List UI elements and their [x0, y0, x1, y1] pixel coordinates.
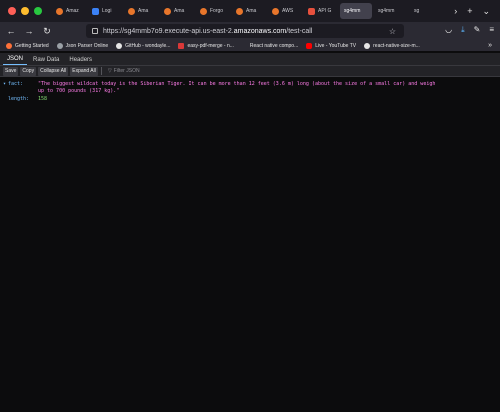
menu-icon[interactable]: ≡ — [489, 25, 494, 35]
tab-2[interactable]: Ama — [124, 3, 158, 19]
bookmark-getting-started[interactable]: Getting Started — [6, 42, 49, 49]
reload-button[interactable]: ↻ — [38, 26, 56, 37]
bookmark-react-native[interactable]: React native compo... — [242, 43, 298, 49]
bookmark-github[interactable]: GitHub - wondayle... — [116, 42, 170, 49]
tab-list: Amaz Logi Ama Ama Forgo Ama AWS API G sg… — [52, 0, 454, 22]
back-button[interactable]: ← — [2, 26, 20, 36]
aws-icon — [308, 7, 315, 15]
json-value-length: 158 — [38, 96, 48, 102]
github-icon — [116, 42, 123, 49]
amazon-icon — [128, 7, 135, 15]
minimize-window-button[interactable] — [21, 7, 29, 15]
json-viewer-tabs: JSON Raw Data Headers — [0, 53, 500, 65]
url-text: https://sg4mmb7o9.execute-api.us-east-2.… — [103, 27, 313, 35]
tab-raw-data[interactable]: Raw Data — [29, 54, 63, 65]
tab-strip-controls: › + ⌄ — [454, 6, 500, 17]
bookmark-json-parser[interactable]: Json Parser Online — [56, 42, 108, 49]
chevron-down-icon[interactable]: ⌄ — [482, 6, 490, 17]
tab-headers[interactable]: Headers — [65, 54, 96, 65]
bookmark-youtube-tv[interactable]: Live - YouTube TV — [306, 42, 356, 49]
json-row-length: length: 158 — [3, 96, 47, 103]
collapse-all-button[interactable]: Collapse All — [38, 66, 69, 76]
tab-10[interactable]: sg — [410, 3, 430, 19]
amazon-icon — [164, 7, 171, 15]
tab-9[interactable]: sg4mm — [374, 3, 408, 19]
github-icon — [364, 42, 371, 49]
json-value-fact: "The biggest wildcat today is the Siberi… — [38, 81, 439, 94]
json-key-length: length: — [8, 96, 30, 102]
download-icon[interactable]: ⤓ — [461, 25, 465, 35]
pdf-icon — [178, 42, 185, 49]
lock-icon — [92, 28, 98, 34]
login-icon — [92, 7, 99, 15]
tab-3[interactable]: Ama — [160, 3, 194, 19]
more-bookmarks-icon[interactable]: » — [488, 42, 492, 49]
json-row-fact: ▾ fact: "The biggest wildcat today is th… — [3, 81, 478, 95]
tab-1[interactable]: Logi — [88, 3, 122, 19]
copy-button[interactable]: Copy — [20, 66, 37, 76]
filter-json-input[interactable]: ▽ Filter JSON — [108, 68, 140, 74]
tab-0[interactable]: Amaz — [52, 3, 86, 19]
bookmarks-bar: Getting Started Json Parser Online GitHu… — [0, 40, 500, 52]
maximize-window-button[interactable] — [34, 7, 42, 15]
chevron-right-icon[interactable]: › — [454, 6, 457, 16]
firefox-icon — [6, 42, 12, 49]
toolbar-icons: ◡ ⤓ ✎ ≡ — [445, 25, 494, 35]
amazon-icon — [56, 7, 63, 15]
json-key-fact: fact: — [8, 81, 24, 87]
window-controls — [0, 7, 52, 15]
toolbar-divider — [100, 67, 102, 75]
forward-button[interactable]: → — [20, 26, 38, 36]
bookmark-star-icon[interactable]: ☆ — [389, 27, 396, 36]
bookmark-react-native-size[interactable]: react-native-size-m... — [364, 42, 420, 49]
tab-6[interactable]: AWS — [268, 3, 302, 19]
navigation-bar: ← → ↻ https://sg4mmb7o9.execute-api.us-e… — [0, 22, 500, 40]
json-content: ▾ fact: "The biggest wildcat today is th… — [0, 77, 500, 412]
json-toolbar: Save Copy Collapse All Expand All ▽ Filt… — [0, 65, 500, 77]
tab-5[interactable]: Ama — [232, 3, 266, 19]
youtube-icon — [306, 42, 313, 49]
amazon-icon — [272, 7, 279, 15]
save-button[interactable]: Save — [3, 66, 19, 76]
new-tab-button[interactable]: + — [467, 6, 472, 16]
tab-7[interactable]: API G — [304, 3, 338, 19]
filter-icon: ▽ — [107, 68, 112, 74]
tab-strip: Amaz Logi Ama Ama Forgo Ama AWS API G sg… — [0, 0, 500, 22]
close-window-button[interactable] — [8, 7, 16, 15]
pocket-icon[interactable]: ◡ — [445, 25, 452, 35]
tab-json[interactable]: JSON — [3, 54, 28, 65]
amazon-icon — [236, 7, 243, 15]
tab-8-active[interactable]: sg4mm — [340, 3, 372, 19]
globe-icon — [56, 42, 63, 49]
address-bar[interactable]: https://sg4mmb7o9.execute-api.us-east-2.… — [86, 24, 404, 38]
tab-4[interactable]: Forgo — [196, 3, 230, 19]
extensions-icon[interactable]: ✎ — [474, 25, 481, 35]
expand-all-button[interactable]: Expand All — [70, 66, 98, 76]
amazon-icon — [200, 7, 207, 15]
bookmark-easy-pdf[interactable]: easy-pdf-merge - n... — [178, 42, 234, 49]
